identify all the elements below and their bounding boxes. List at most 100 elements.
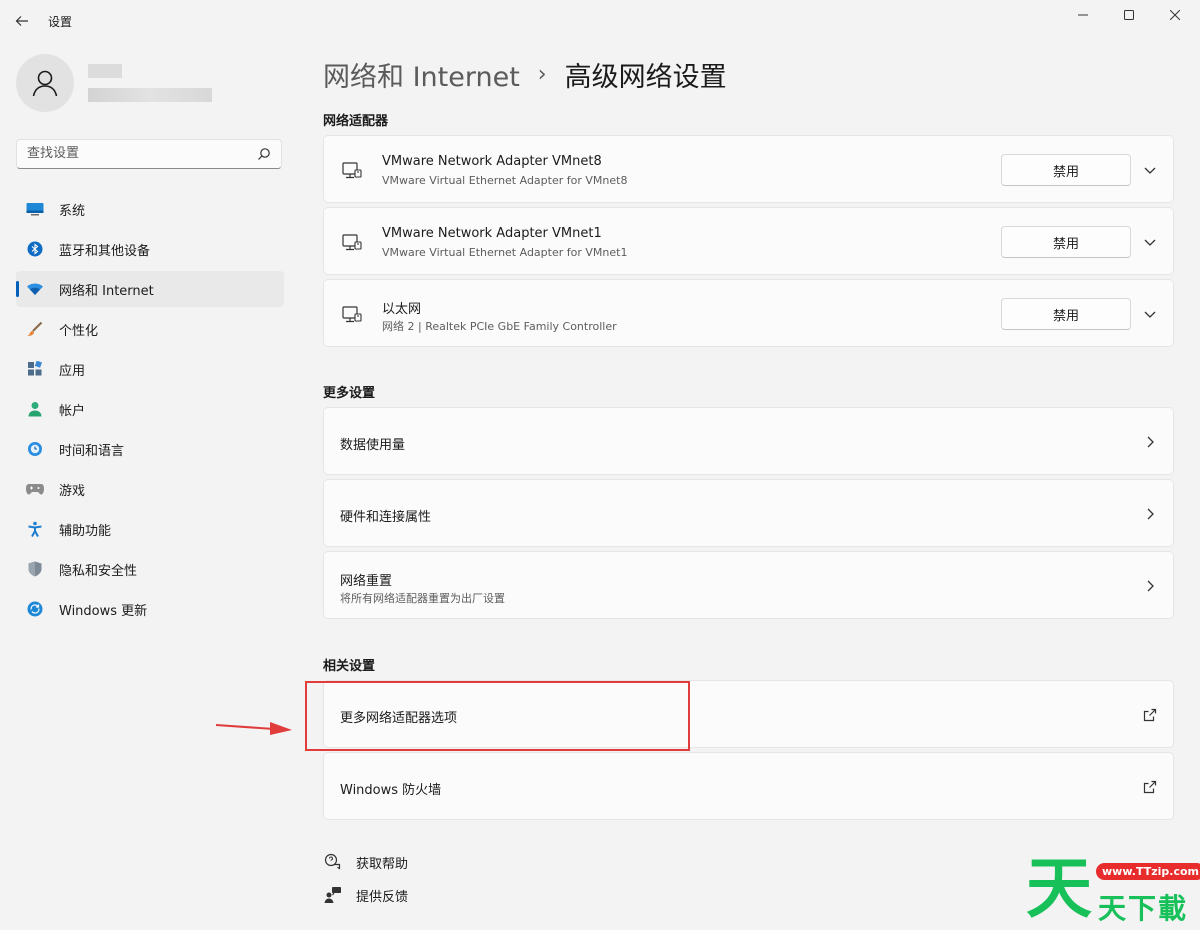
- sidebar-item-label: 系统: [59, 203, 86, 219]
- section-title-related: 相关设置: [323, 659, 376, 674]
- sidebar-item-label: 个性化: [59, 323, 99, 339]
- disable-button[interactable]: 禁用: [1001, 298, 1131, 330]
- close-button[interactable]: [1152, 0, 1198, 30]
- sidebar-item-personalization[interactable]: 个性化: [16, 311, 284, 347]
- chevron-right-icon: [1147, 580, 1154, 592]
- title-bar: 设置: [0, 0, 1200, 40]
- feedback-icon: [323, 885, 343, 905]
- shield-icon: [26, 560, 44, 578]
- feedback-label: 提供反馈: [356, 889, 409, 905]
- app-title: 设置: [48, 15, 73, 29]
- section-title-more-settings: 更多设置: [323, 386, 376, 401]
- network-adapter-icon: [342, 306, 362, 323]
- sidebar-item-label: 蓝牙和其他设备: [59, 243, 151, 259]
- sidebar-item-label: 隐私和安全性: [59, 563, 138, 579]
- watermark-big-char: 天: [1026, 850, 1092, 927]
- globe-clock-icon: [26, 440, 44, 458]
- breadcrumb-parent[interactable]: 网络和 Internet: [323, 55, 520, 94]
- watermark-url: www.TTzip.com: [1096, 863, 1200, 880]
- adapter-card-ethernet[interactable]: 以太网 网络 2 | Realtek PCIe GbE Family Contr…: [323, 279, 1174, 347]
- sidebar-item-network[interactable]: 网络和 Internet: [16, 271, 284, 307]
- adapter-description: VMware Virtual Ethernet Adapter for VMne…: [382, 246, 628, 259]
- feedback-link[interactable]: 提供反馈: [323, 885, 408, 905]
- setting-label: 网络重置: [340, 574, 393, 589]
- setting-data-usage[interactable]: 数据使用量: [323, 407, 1174, 475]
- related-label: 更多网络适配器选项: [340, 711, 458, 726]
- adapter-description: 网络 2 | Realtek PCIe GbE Family Controlle…: [382, 320, 617, 333]
- disable-button[interactable]: 禁用: [1001, 154, 1131, 186]
- sidebar-item-accounts[interactable]: 帐户: [16, 391, 284, 427]
- sidebar-item-label: 辅助功能: [59, 523, 112, 539]
- related-label: Windows 防火墙: [340, 783, 442, 798]
- settings-search[interactable]: [16, 139, 282, 169]
- minimize-button[interactable]: [1060, 0, 1106, 30]
- search-input[interactable]: [27, 146, 247, 161]
- sidebar-item-label: 网络和 Internet: [59, 283, 154, 299]
- sidebar-item-system[interactable]: 系统: [16, 191, 284, 227]
- sidebar-item-apps[interactable]: 应用: [16, 351, 284, 387]
- adapter-name: VMware Network Adapter VMnet8: [382, 154, 602, 169]
- monitor-icon: [26, 200, 44, 218]
- sidebar-item-gaming[interactable]: 游戏: [16, 471, 284, 507]
- update-icon: [26, 600, 44, 618]
- watermark-logo: 天 www.TTzip.com 天下載: [1026, 850, 1200, 927]
- maximize-icon: [1124, 10, 1134, 20]
- sidebar-item-time-language[interactable]: 时间和语言: [16, 431, 284, 467]
- search-icon[interactable]: [257, 147, 271, 161]
- user-profile[interactable]: [16, 54, 286, 114]
- network-adapter-icon: [342, 234, 362, 251]
- user-name-blurred: [88, 64, 122, 78]
- sidebar-item-label: 游戏: [59, 483, 86, 499]
- breadcrumb: 网络和 Internet › 高级网络设置: [323, 54, 727, 94]
- chevron-down-icon[interactable]: [1142, 306, 1158, 322]
- setting-network-reset[interactable]: 网络重置 将所有网络适配器重置为出厂设置: [323, 551, 1174, 619]
- setting-hardware-properties[interactable]: 硬件和连接属性: [323, 479, 1174, 547]
- avatar: [16, 54, 74, 112]
- setting-label: 硬件和连接属性: [340, 510, 432, 525]
- related-more-adapter-options[interactable]: 更多网络适配器选项: [323, 680, 1174, 748]
- disable-button[interactable]: 禁用: [1001, 226, 1131, 258]
- help-chat-icon: [323, 852, 343, 872]
- adapter-description: VMware Virtual Ethernet Adapter for VMne…: [382, 174, 628, 187]
- adapter-card-vmnet1[interactable]: VMware Network Adapter VMnet1 VMware Vir…: [323, 207, 1174, 275]
- close-icon: [1170, 10, 1180, 20]
- external-link-icon: [1143, 780, 1157, 794]
- setting-description: 将所有网络适配器重置为出厂设置: [340, 592, 505, 605]
- person-icon: [32, 70, 58, 97]
- sidebar-item-bluetooth[interactable]: 蓝牙和其他设备: [16, 231, 284, 267]
- sidebar-item-label: 应用: [59, 363, 86, 379]
- adapter-card-vmnet8[interactable]: VMware Network Adapter VMnet8 VMware Vir…: [323, 135, 1174, 203]
- sidebar-item-privacy[interactable]: 隐私和安全性: [16, 551, 284, 587]
- bluetooth-icon: [26, 240, 44, 258]
- chevron-down-icon[interactable]: [1142, 162, 1158, 178]
- sidebar-nav: 系统 蓝牙和其他设备 网络和 Internet 个性化 应用 帐户 时间和语言 …: [16, 191, 284, 631]
- network-adapter-icon: [342, 162, 362, 179]
- chevron-right-icon: [1147, 436, 1154, 448]
- minimize-icon: [1078, 14, 1088, 16]
- brush-icon: [26, 320, 44, 338]
- accessibility-icon: [26, 520, 44, 538]
- sidebar-item-windows-update[interactable]: Windows 更新: [16, 591, 284, 627]
- setting-label: 数据使用量: [340, 438, 406, 453]
- user-email-blurred: [88, 88, 212, 102]
- page-title: 高级网络设置: [564, 61, 727, 93]
- section-title-adapters: 网络适配器: [323, 114, 389, 129]
- related-windows-firewall[interactable]: Windows 防火墙: [323, 752, 1174, 820]
- account-person-icon: [26, 400, 44, 418]
- adapter-name: 以太网: [382, 302, 422, 317]
- get-help-link[interactable]: 获取帮助: [323, 852, 408, 872]
- adapter-name: VMware Network Adapter VMnet1: [382, 226, 602, 241]
- get-help-label: 获取帮助: [356, 856, 409, 872]
- gamepad-icon: [26, 480, 44, 498]
- maximize-button[interactable]: [1106, 0, 1152, 30]
- chevron-right-icon: [1147, 508, 1154, 520]
- chevron-down-icon[interactable]: [1142, 234, 1158, 250]
- sidebar-item-label: Windows 更新: [59, 603, 148, 619]
- sidebar-item-accessibility[interactable]: 辅助功能: [16, 511, 284, 547]
- wifi-icon: [26, 280, 44, 298]
- back-button[interactable]: [8, 7, 36, 35]
- breadcrumb-separator: ›: [537, 61, 547, 87]
- external-link-icon: [1143, 708, 1157, 722]
- sidebar-item-label: 时间和语言: [59, 443, 125, 459]
- sidebar-item-label: 帐户: [59, 403, 86, 419]
